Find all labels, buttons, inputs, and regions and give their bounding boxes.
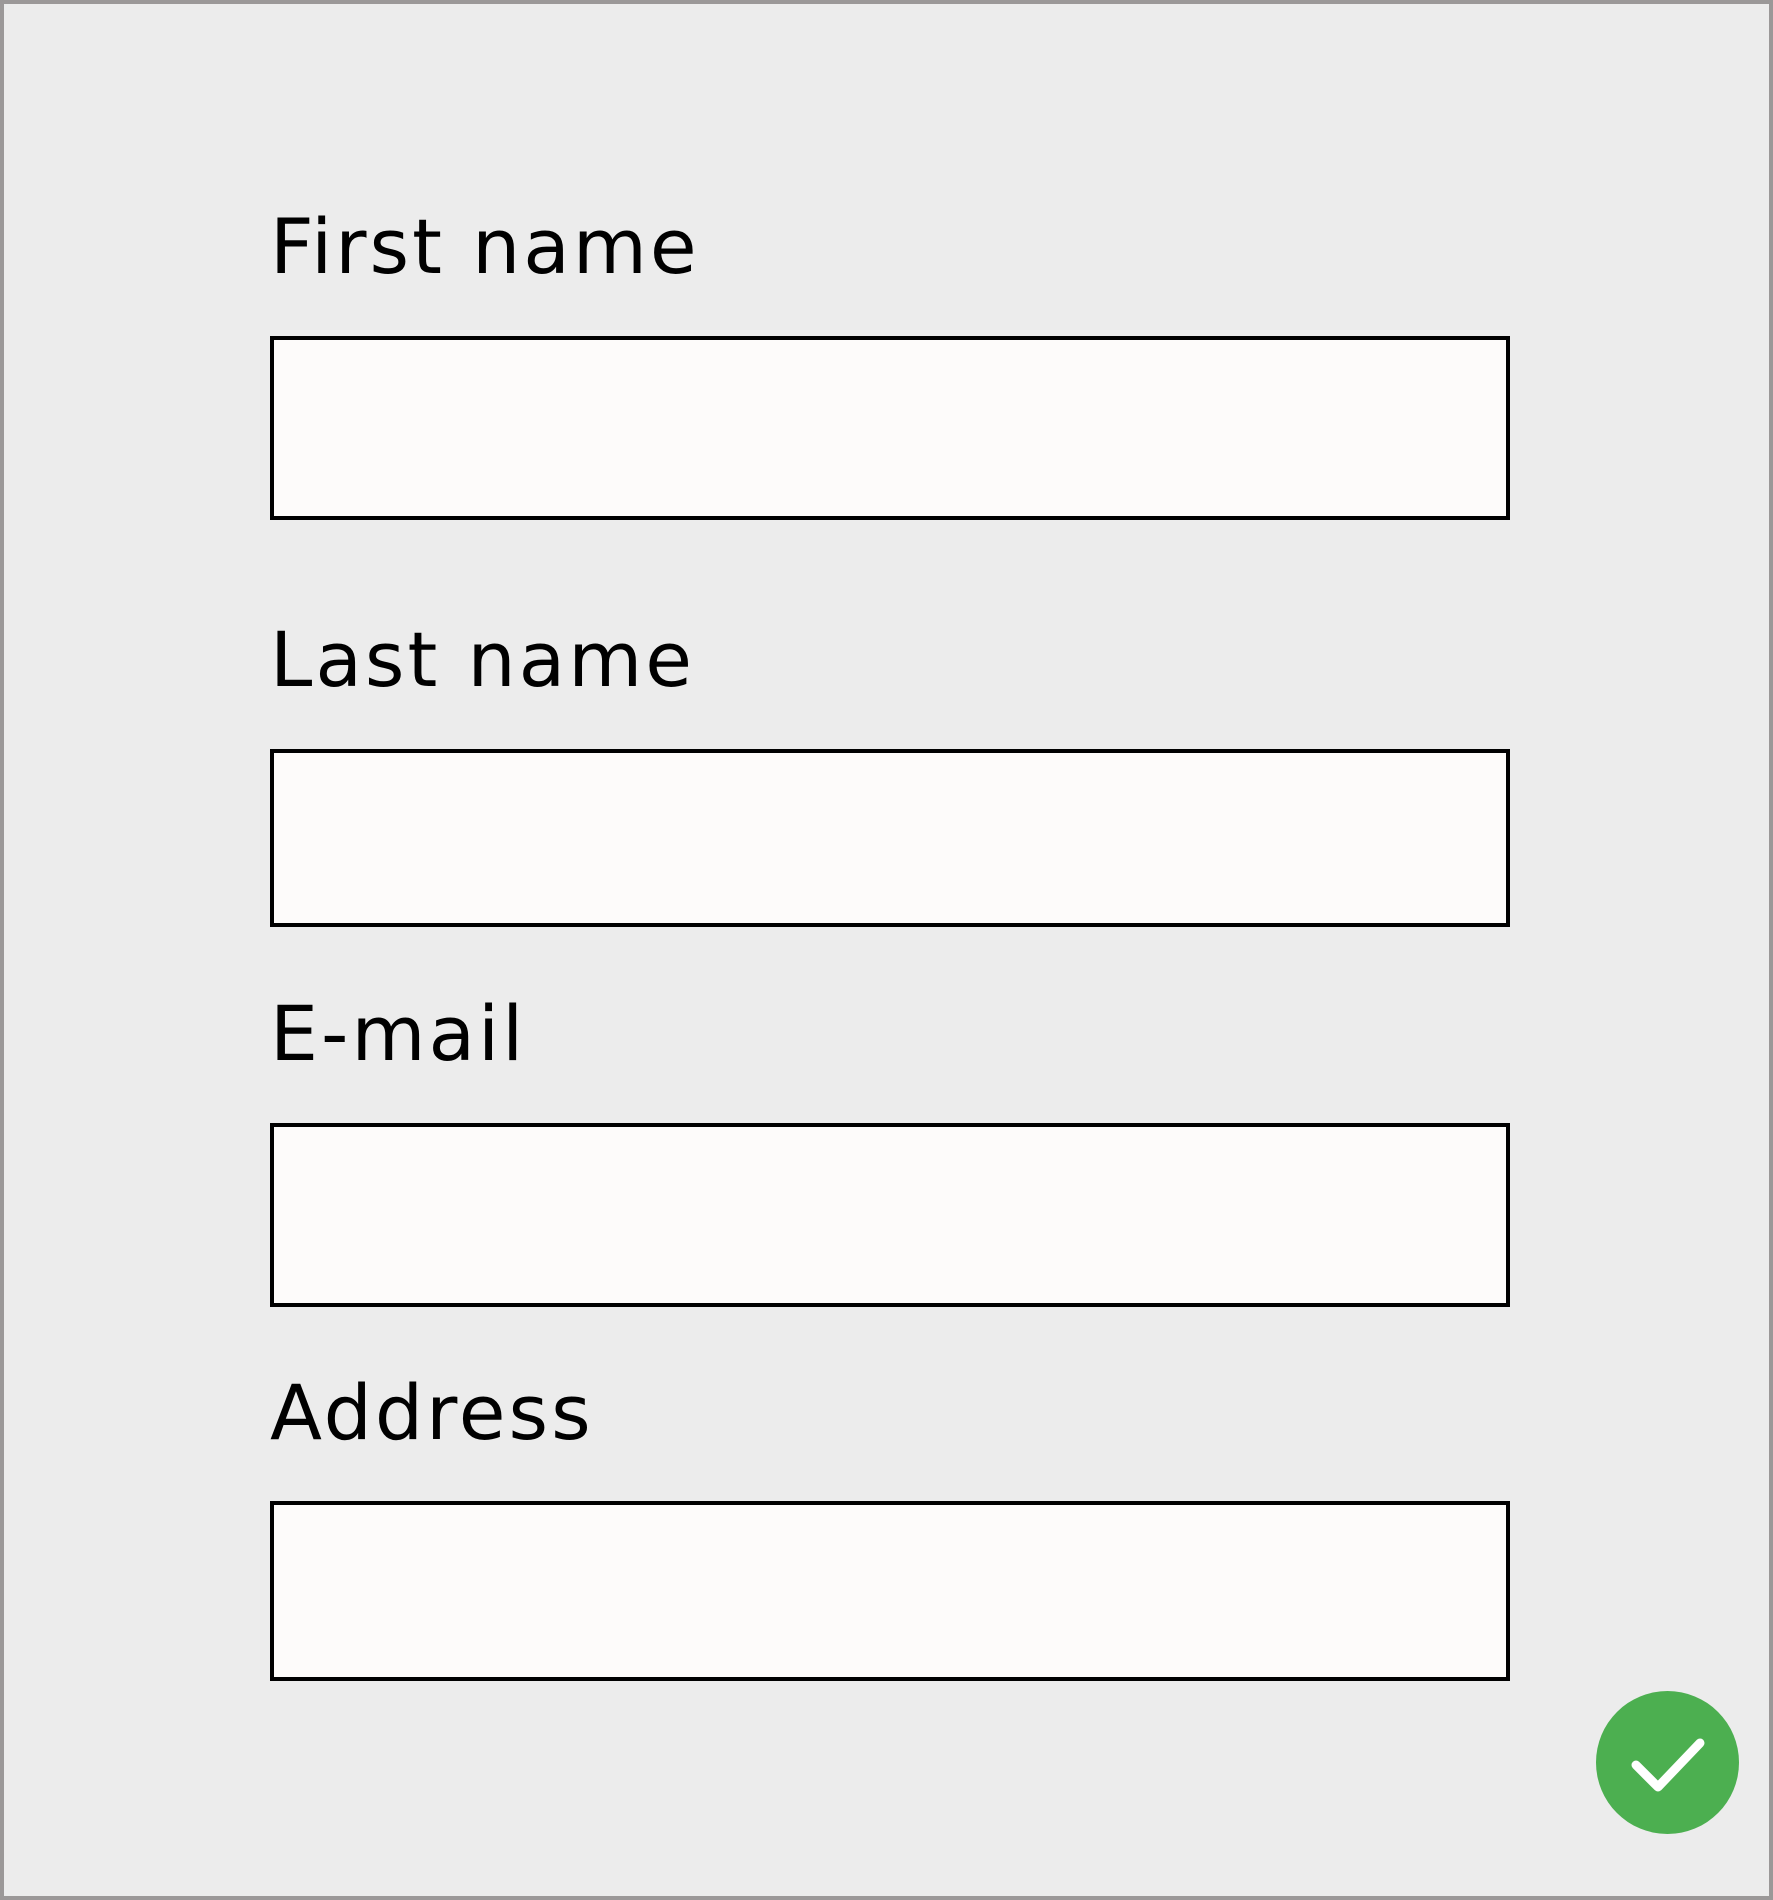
address-label: Address bbox=[270, 1368, 594, 1457]
last-name-input[interactable] bbox=[270, 749, 1510, 927]
email-label: E-mail bbox=[270, 989, 527, 1078]
form-panel: First name Last name E-mail Address bbox=[0, 0, 1773, 1900]
email-input[interactable] bbox=[270, 1123, 1510, 1307]
first-name-label: First name bbox=[270, 202, 700, 291]
confirm-button[interactable] bbox=[1596, 1691, 1739, 1834]
address-input[interactable] bbox=[270, 1501, 1510, 1681]
checkmark-icon bbox=[1631, 1738, 1704, 1791]
first-name-input[interactable] bbox=[270, 336, 1510, 520]
last-name-label: Last name bbox=[270, 615, 695, 704]
